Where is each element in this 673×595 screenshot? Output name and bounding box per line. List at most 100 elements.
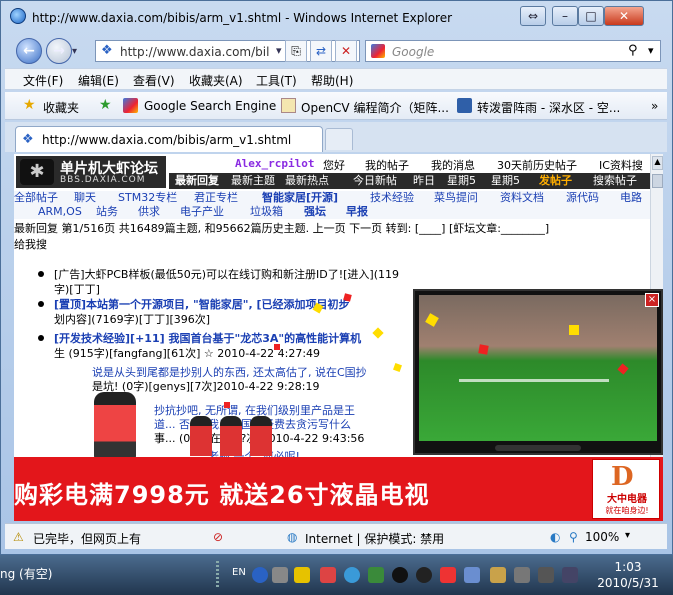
refresh-icon[interactable]: ⇄ [310,40,332,62]
cat-strong[interactable]: 强坛 [304,205,326,219]
post-loongson-meta: 生 (915字)[fangfang][61次] ☆ 2010-4-22 4:27… [54,347,321,360]
cat-newbie[interactable]: 菜鸟提问 [434,191,478,205]
link-my-messages[interactable]: 我的消息 [431,157,475,173]
minimize-button[interactable]: – [552,6,578,26]
close-ad-button[interactable]: × [645,293,659,307]
toolbar-grip[interactable] [216,561,219,587]
new-tab-button[interactable] [325,128,353,150]
speaker-icon[interactable] [562,567,578,583]
back-button[interactable]: ← [16,38,42,64]
post-loongson[interactable]: [开发技术经验][+11] 我国首台基于"龙芯3A"的高性能计算机 [54,330,361,346]
volume-icon[interactable] [538,567,554,583]
warning-icon[interactable]: ⚠ [13,530,24,544]
cat-stm32[interactable]: STM32专栏 [118,191,177,205]
qq-icon[interactable] [392,567,408,583]
site-logo[interactable]: ✱ 单片机大虾论坛 BBS.DAXIA.COM [16,156,166,188]
address-dropdown-icon[interactable]: ▾ [276,44,282,57]
tray-icon[interactable] [464,567,480,583]
fav-opencv[interactable]: OpenCV 编程简介（矩阵... [301,99,449,116]
cat-chat[interactable]: 聊天 [74,191,96,205]
tray-icon[interactable] [490,567,506,583]
maximize-button[interactable]: □ [578,6,604,26]
nav-new-post[interactable]: 发帖子 [539,173,572,189]
cat-docs[interactable]: 资料文档 [500,191,544,205]
privacy-icon[interactable]: ⊘ [213,530,223,544]
fav-google[interactable]: Google Search Engine [144,99,276,113]
post-pinned-cont: 划内容](7169字)[丁丁][396次] [54,313,211,326]
compatibility-icon[interactable]: ⎘ [285,40,307,62]
nav-today[interactable]: 今日新帖 [353,173,397,189]
cat-trash[interactable]: 垃圾箱 [250,205,283,219]
tab-current[interactable]: ❖ http://www.daxia.com/bibis/arm_v1.shtm… [15,126,323,152]
forward-button[interactable]: → [46,38,72,64]
qq-icon[interactable] [416,567,432,583]
language-indicator[interactable]: EN [232,567,246,578]
cat-arm-os[interactable]: ARM,OS [38,205,82,219]
banner-ad[interactable]: 购彩电满7998元 就送26寸液晶电视 D 大中电器 就在咱身边! [14,457,663,521]
post-ad[interactable]: [广告]大虾PCB样板(最低50元)可以在线订购和新注册ID了![进入](119 [54,266,399,282]
add-favorite-icon[interactable]: ★ [99,98,114,113]
search-icon[interactable]: ⚲ [628,43,638,58]
zoom-level[interactable]: 100% [585,530,619,544]
search-box[interactable]: Google ⚲ ▾ [365,40,661,62]
favorites-button[interactable]: 收藏夹 [43,99,79,116]
bullet [38,271,44,277]
menu-help[interactable]: 帮助(H) [311,72,353,89]
username-link[interactable]: Alex_rcpilot [235,157,314,170]
nav-day-a[interactable]: 星期5 [447,173,476,189]
tray-icon[interactable] [294,567,310,583]
nav-day-b[interactable]: 星期5 [491,173,520,189]
nav-latest-replies[interactable]: 最新回复 [175,173,219,189]
network-icon[interactable] [514,567,530,583]
greeting: 您好 [323,159,345,172]
clock[interactable]: 1:03 2010/5/31 [588,559,668,591]
cat-smart-home[interactable]: 智能家居[开源] [262,191,338,205]
taskbar-item[interactable]: ng (有空) [0,565,52,582]
nav-search-posts[interactable]: 搜索帖子 [593,173,637,189]
nav-yesterday[interactable]: 昨日 [413,173,435,189]
tray-icon[interactable] [440,567,456,583]
stop-icon[interactable]: ✕ [335,40,357,62]
scroll-thumb[interactable] [652,174,663,188]
link-my-posts[interactable]: 我的帖子 [365,157,409,173]
zoom-dropdown-icon[interactable]: ▾ [625,530,630,541]
zoom-icon[interactable]: ⚲ [569,530,578,544]
cat-source[interactable]: 源代码 [566,191,599,205]
cat-industry[interactable]: 电子产业 [180,205,224,219]
help-icon[interactable] [252,567,268,583]
link-history[interactable]: 30天前历史帖子 [497,157,577,173]
shield-icon[interactable] [368,567,384,583]
tv-ad-overlay[interactable]: × [413,289,663,455]
menu-tools[interactable]: 工具(T) [256,72,297,89]
menu-view[interactable]: 查看(V) [133,72,175,89]
cat-site[interactable]: 站务 [96,205,118,219]
menu-edit[interactable]: 编辑(E) [78,72,119,89]
address-input[interactable]: http://www.daxia.com/bil [120,45,270,59]
tray-icon[interactable] [320,567,336,583]
cat-morning[interactable]: 早报 [346,205,368,219]
recent-pages-chevron-icon[interactable]: ▾ [72,46,77,57]
link-ic-search[interactable]: IC资料搜 [599,157,643,173]
menu-file[interactable]: 文件(F) [23,72,63,89]
cat-circuit[interactable]: 电路 [620,191,642,205]
cat-experience[interactable]: 技术经验 [370,191,414,205]
close-window-button[interactable]: ✕ [604,6,644,26]
cat-ingenic[interactable]: 君正专栏 [194,191,238,205]
feedback-icon[interactable]: ⇔ [520,6,546,26]
scroll-up-icon[interactable]: ▲ [652,156,663,170]
post-pinned[interactable]: [置顶]本站第一个开源项目, "智能家居", [已经添加项目初步 [54,296,350,312]
menu-favorites[interactable]: 收藏夹(A) [189,72,243,89]
tray-icon[interactable] [344,567,360,583]
ime-icon[interactable] [272,567,288,583]
search-dropdown-icon[interactable]: ▾ [648,44,654,57]
protected-mode-icon[interactable]: ◐ [550,530,560,544]
cat-all[interactable]: 全部帖子 [14,191,58,205]
fav-qzone[interactable]: 转泼雷阵雨 - 深水区 - 空... [477,99,620,116]
favorites-more-chevron-icon[interactable]: » [651,99,658,113]
search-input[interactable]: Google [392,45,434,59]
reply-me-link[interactable]: 给我搜 [14,236,47,252]
cat-supply[interactable]: 供求 [138,205,160,219]
nav-latest-topics[interactable]: 最新主题 [231,173,275,189]
nav-latest-hot[interactable]: 最新热点 [285,173,329,189]
favorites-star-icon[interactable]: ★ [23,98,38,113]
